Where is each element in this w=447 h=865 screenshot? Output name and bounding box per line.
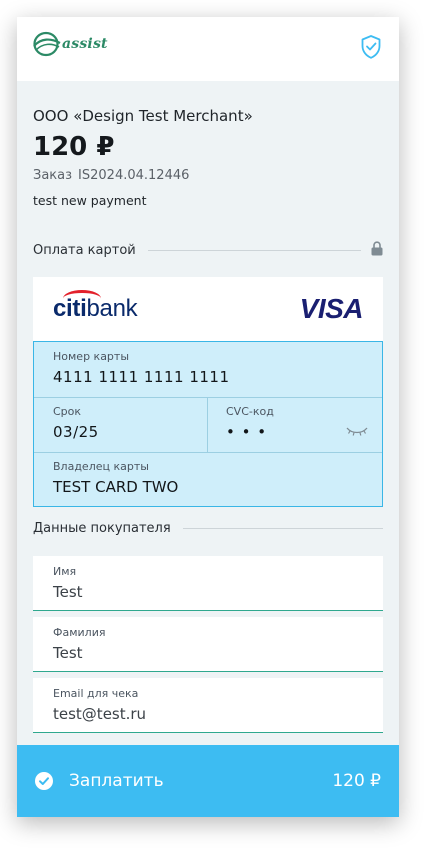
divider (207, 397, 208, 452)
logo-text: assist (62, 36, 108, 52)
order-number: IS2024.04.12446 (78, 168, 190, 183)
order-description: test new payment (33, 193, 147, 208)
first-name-label: Имя (53, 565, 77, 578)
last-name-value[interactable]: Test (53, 644, 83, 662)
order-amount: 120 ₽ (33, 132, 115, 162)
email-value[interactable]: test@test.ru (53, 705, 146, 723)
card-payment-section: Оплата картой (33, 241, 383, 260)
card-holder-label: Владелец карты (53, 460, 149, 473)
divider (182, 528, 383, 529)
divider (34, 452, 382, 453)
pay-amount: 120 ₽ (332, 771, 381, 791)
pay-button[interactable]: Заплатить 120 ₽ (17, 745, 399, 817)
order-label: Заказ (33, 168, 73, 183)
visa-logo: VISA (299, 293, 364, 324)
pay-label: Заплатить (69, 771, 164, 791)
payment-form: assist ООО «Design Test Merchant» 120 ₽ … (17, 17, 399, 817)
divider (147, 250, 361, 251)
expiry-value[interactable]: 03/25 (53, 423, 99, 441)
card-number-value[interactable]: 4111 1111 1111 1111 (53, 368, 230, 386)
cvc-label: CVC-код (226, 405, 274, 418)
citibank-logo: citibank (53, 290, 138, 323)
assist-logo: assist (33, 31, 108, 57)
expiry-label: Срок (53, 405, 82, 418)
order-info: Заказ IS2024.04.12446 (33, 168, 195, 183)
divider (34, 397, 382, 398)
section-title: Данные покупателя (33, 521, 171, 536)
card-bank-header: citibank VISA (33, 277, 383, 341)
buyer-section: Данные покупателя (33, 521, 383, 536)
cvc-value[interactable]: • • • (226, 423, 267, 441)
merchant-name: ООО «Design Test Merchant» (33, 107, 253, 125)
email-field[interactable]: Email для чека test@test.ru (33, 678, 383, 733)
card-holder-value[interactable]: TEST CARD TWO (53, 478, 178, 496)
citibank-arc-icon (63, 290, 101, 307)
eye-closed-icon[interactable] (346, 422, 368, 441)
last-name-field[interactable]: Фамилия Test (33, 617, 383, 672)
card-details: Номер карты 4111 1111 1111 1111 Срок 03/… (33, 341, 383, 507)
lock-icon (371, 241, 383, 260)
check-circle-icon (35, 772, 53, 790)
first-name-value[interactable]: Test (53, 583, 83, 601)
header: assist (17, 17, 399, 81)
card-number-label: Номер карты (53, 350, 130, 363)
email-label: Email для чека (53, 687, 139, 700)
first-name-field[interactable]: Имя Test (33, 556, 383, 611)
section-title: Оплата картой (33, 243, 136, 258)
shield-check-icon (361, 35, 381, 63)
last-name-label: Фамилия (53, 626, 106, 639)
assist-logo-icon (33, 31, 61, 57)
